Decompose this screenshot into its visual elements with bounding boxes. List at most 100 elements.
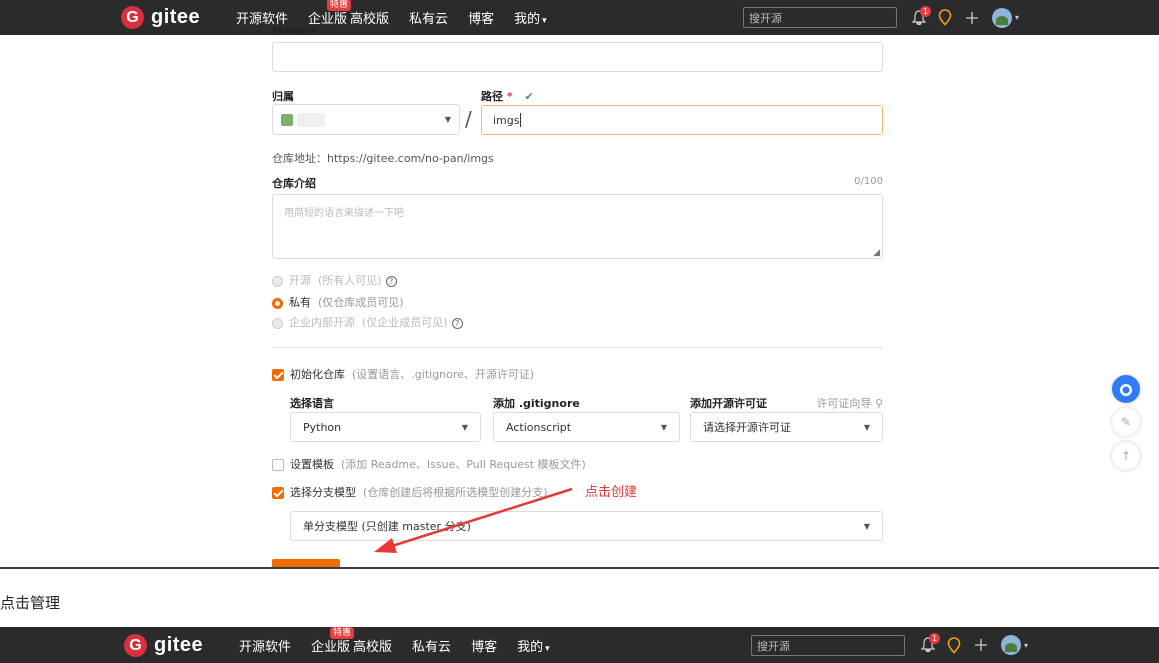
assistant-bot-button[interactable] [1112, 375, 1140, 403]
radio-private[interactable] [272, 297, 283, 309]
license-wizard-link[interactable]: 许可证向导 ⚲ [816, 395, 883, 411]
visibility-private[interactable]: 私有 (仅仓库成员可见) [272, 294, 404, 310]
notification-bell-icon[interactable]: 1 [911, 5, 931, 26]
branch-checkbox[interactable] [272, 487, 284, 499]
intro-label: 仓库介绍 [272, 177, 316, 190]
topbar-actions: 1 ▾ [911, 0, 1032, 35]
owner-select[interactable]: ▼ [272, 104, 460, 135]
chevron-down-icon: ▾ [545, 643, 550, 654]
nav-blog[interactable]: 博客 [471, 636, 497, 655]
chevron-down-icon: ▼ [660, 422, 667, 432]
promo-badge: 特惠 [327, 0, 352, 11]
edit-icon: ✎ [1120, 415, 1132, 429]
avatar [992, 7, 1012, 28]
branch-option[interactable]: 选择分支模型 (仓库创建后将根据所选模型创建分支) [272, 484, 548, 500]
gitee-logo[interactable]: G gitee [121, 6, 200, 29]
visibility-open[interactable]: 开源 (所有人可见)? [272, 272, 397, 288]
license-wizard-icon: ⚲ [874, 397, 883, 410]
owner-avatar [281, 112, 325, 127]
nav-enterprise[interactable]: 企业版 特惠 [308, 0, 352, 27]
top-navbar-second: G gitee 开源软件 企业版 特惠 高校版 私有云 博客 我的 ▾ 搜开源 1 … [0, 626, 1159, 663]
user-avatar[interactable]: ▾ [992, 7, 1020, 28]
repo-address: 仓库地址：https://gitee.com/no-pan/imgs [272, 152, 494, 165]
nav-open-source[interactable]: 开源软件 [236, 8, 288, 27]
location-pin-icon[interactable] [938, 9, 952, 26]
repo-name-label: 仓库名称 [272, 28, 316, 36]
topbar-actions: 1 ▾ [920, 627, 1041, 663]
plus-icon[interactable] [965, 11, 979, 25]
top-navbar: G gitee 开源软件 企业版 特惠 高校版 私有云 博客 我的 ▾ 搜开源 1 … [0, 0, 1159, 35]
chevron-down-icon: ▾ [542, 16, 547, 26]
license-select[interactable]: 请选择开源许可证 ▼ [690, 412, 883, 442]
bot-icon [1120, 384, 1132, 396]
intro-placeholder: 用简短的语言来描述一下吧 [284, 208, 404, 219]
plus-icon[interactable] [974, 638, 988, 652]
path-input[interactable]: imgs [481, 105, 883, 135]
nav-private-cloud[interactable]: 私有云 [412, 636, 451, 655]
annotation-text: 点击创建 [585, 485, 638, 500]
nav-mine[interactable]: 我的 ▾ [514, 8, 547, 27]
init-repo-option[interactable]: 初始化仓库 (设置语言、.gitignore、开源许可证) [272, 366, 534, 382]
owner-label: 归属 [272, 90, 294, 103]
intro-textarea[interactable]: 用简短的语言来描述一下吧 ◢ [272, 194, 883, 259]
main-nav: 开源软件 企业版 特惠 高校版 私有云 博客 我的 ▾ [239, 626, 570, 663]
gitee-logo-icon: G [124, 634, 147, 657]
chevron-down-icon: ▼ [461, 422, 468, 432]
search-input[interactable]: 搜开源 [751, 635, 905, 656]
repo-name-input[interactable] [272, 42, 883, 72]
promo-badge: 特惠 [330, 626, 355, 639]
branch-model-select[interactable]: 单分支模型 (只创建 master 分支) ▼ [290, 511, 883, 541]
radio-open[interactable] [272, 275, 283, 287]
intro-counter: 0/100 [854, 176, 883, 187]
screenshot-border [0, 567, 1159, 569]
user-avatar[interactable]: ▾ [1001, 635, 1028, 655]
language-label: 选择语言 [290, 397, 334, 410]
avatar [1001, 635, 1021, 655]
nav-education[interactable]: 高校版 [350, 8, 389, 27]
path-separator: / [465, 107, 472, 131]
notification-badge: 1 [929, 633, 940, 644]
chevron-down-icon: ▼ [444, 115, 451, 124]
nav-blog[interactable]: 博客 [468, 8, 494, 27]
required-mark: * [506, 90, 513, 103]
chevron-down-icon: ▼ [863, 521, 870, 531]
gitignore-select[interactable]: Actionscript ▼ [493, 412, 680, 442]
help-icon[interactable]: ? [451, 317, 463, 329]
notification-badge: 1 [920, 5, 931, 17]
chevron-down-icon: ▾ [1024, 640, 1029, 650]
license-label: 添加开源许可证 [690, 397, 767, 410]
search-input[interactable]: 搜开源 [743, 7, 897, 28]
nav-education[interactable]: 高校版 [353, 636, 392, 655]
template-checkbox[interactable] [272, 459, 284, 471]
path-value: imgs [493, 113, 520, 127]
logo-text: gitee [154, 634, 204, 656]
nav-private-cloud[interactable]: 私有云 [409, 8, 448, 27]
visibility-enterprise[interactable]: 企业内部开源 (仅企业成员可见)? [272, 314, 463, 330]
back-to-top-button[interactable]: ↑ [1112, 442, 1140, 470]
location-pin-icon[interactable] [947, 636, 961, 654]
annotation-arrow [374, 487, 573, 553]
language-select[interactable]: Python ▼ [290, 412, 481, 442]
create-button[interactable] [272, 559, 340, 567]
gitee-logo[interactable]: G gitee [124, 634, 203, 657]
nav-enterprise[interactable]: 企业版 特惠 [311, 626, 355, 655]
notification-bell-icon[interactable]: 1 [920, 633, 940, 653]
nav-open-source[interactable]: 开源软件 [239, 636, 291, 655]
help-icon[interactable]: ? [385, 275, 397, 287]
init-repo-checkbox[interactable] [272, 369, 284, 381]
gitee-logo-icon: G [121, 6, 144, 29]
template-option[interactable]: 设置模板 (添加 Readme、Issue、Pull Request 模板文件) [272, 456, 586, 472]
radio-enterprise[interactable] [272, 317, 283, 329]
path-label: 路径 * ✔ [481, 90, 534, 103]
logo-text: gitee [151, 6, 201, 28]
arrow-up-icon: ↑ [1120, 449, 1132, 463]
feedback-button[interactable]: ✎ [1112, 408, 1140, 436]
resize-handle-icon[interactable]: ◢ [873, 248, 880, 258]
chevron-down-icon: ▼ [863, 422, 870, 432]
check-icon: ✔ [524, 90, 534, 103]
caption-text: 点击管理 [0, 594, 61, 612]
nav-mine[interactable]: 我的 ▾ [517, 636, 550, 655]
divider [272, 347, 883, 348]
chevron-down-icon: ▾ [1015, 13, 1020, 22]
gitignore-label: 添加 .gitignore [493, 397, 580, 410]
